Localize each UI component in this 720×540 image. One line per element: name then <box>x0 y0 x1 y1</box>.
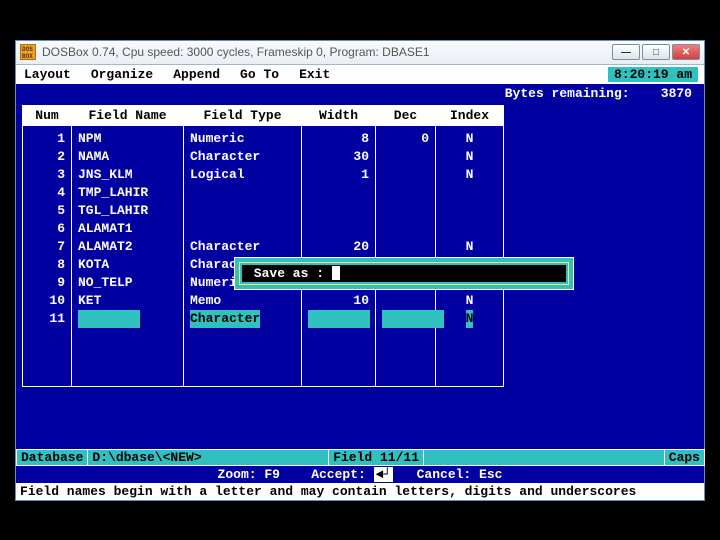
cell-name[interactable]: TGL_LAHIR <box>78 202 177 220</box>
status-filler <box>423 449 665 466</box>
cell-width[interactable]: 20 <box>308 238 369 256</box>
cell-type[interactable]: Character <box>190 148 295 166</box>
cell-num[interactable]: 4 <box>29 184 65 202</box>
cell-type[interactable] <box>190 184 295 202</box>
cell-name[interactable]: JNS_KLM <box>78 166 177 184</box>
cell-index[interactable]: N <box>442 292 497 310</box>
col-num-header: Num <box>23 106 71 126</box>
cell-type[interactable]: Character <box>190 310 295 328</box>
status-caps: Caps <box>664 449 705 466</box>
cell-dec[interactable] <box>382 202 429 220</box>
maximize-button[interactable]: □ <box>642 44 670 60</box>
save-as-dialog: Save as : <box>234 257 574 290</box>
cell-name[interactable]: NO_TELP <box>78 274 177 292</box>
hint-bar: Field names begin with a letter and may … <box>16 483 704 500</box>
bytes-remaining: Bytes remaining: 3870 <box>16 84 704 105</box>
status-database-label: Database <box>16 449 88 466</box>
structure-table: Num 1234567891011 Field Name NPMNAMAJNS_… <box>22 105 698 387</box>
cell-dec[interactable] <box>382 310 429 328</box>
key-hints: Zoom: F9 Accept: ◄┘ Cancel: Esc <box>16 466 704 483</box>
status-bar: Database D:\dbase\<NEW> Field 11/11 Caps <box>16 449 704 466</box>
cell-dec[interactable] <box>382 148 429 166</box>
cell-width[interactable]: 8 <box>308 130 369 148</box>
menu-layout[interactable]: Layout <box>22 67 89 82</box>
cell-type[interactable]: Numeric <box>190 130 295 148</box>
cell-num[interactable]: 11 <box>29 310 65 328</box>
cell-type[interactable] <box>190 202 295 220</box>
cell-name[interactable] <box>78 310 177 328</box>
cell-type[interactable] <box>190 220 295 238</box>
cell-index[interactable]: N <box>442 130 497 148</box>
cell-name[interactable]: KET <box>78 292 177 310</box>
clock: 8:20:19 am <box>608 67 698 82</box>
cell-dec[interactable] <box>382 292 429 310</box>
cell-num[interactable]: 1 <box>29 130 65 148</box>
cell-width[interactable]: 10 <box>308 292 369 310</box>
menu-exit[interactable]: Exit <box>297 67 348 82</box>
window-title: DOSBox 0.74, Cpu speed: 3000 cycles, Fra… <box>42 45 610 59</box>
cell-width[interactable] <box>308 220 369 238</box>
minimize-button[interactable]: — <box>612 44 640 60</box>
save-as-label: Save as : <box>246 266 332 281</box>
cell-name[interactable]: ALAMAT2 <box>78 238 177 256</box>
cell-width[interactable]: 30 <box>308 148 369 166</box>
col-dec-header: Dec <box>376 106 435 126</box>
cell-dec[interactable] <box>382 238 429 256</box>
close-button[interactable]: ✕ <box>672 44 700 60</box>
cell-num[interactable]: 7 <box>29 238 65 256</box>
status-database-path: D:\dbase\<NEW> <box>87 449 329 466</box>
cell-width[interactable] <box>308 184 369 202</box>
cell-type[interactable]: Logical <box>190 166 295 184</box>
cell-num[interactable]: 9 <box>29 274 65 292</box>
cell-num[interactable]: 6 <box>29 220 65 238</box>
cell-index[interactable] <box>442 220 497 238</box>
cell-dec[interactable] <box>382 184 429 202</box>
cell-index[interactable]: N <box>442 148 497 166</box>
menu-bar: Layout Organize Append Go To Exit 8:20:1… <box>16 65 704 84</box>
cell-dec[interactable] <box>382 166 429 184</box>
cell-width[interactable] <box>308 310 369 328</box>
status-field-pos: Field 11/11 <box>328 449 424 466</box>
cell-num[interactable]: 5 <box>29 202 65 220</box>
window-titlebar: DOSBOX DOSBox 0.74, Cpu speed: 3000 cycl… <box>16 41 704 65</box>
menu-goto[interactable]: Go To <box>238 67 297 82</box>
save-as-input[interactable] <box>332 266 340 280</box>
enter-key-icon: ◄┘ <box>374 467 394 482</box>
col-type-header: Field Type <box>184 106 301 126</box>
cell-num[interactable]: 10 <box>29 292 65 310</box>
col-index-header: Index <box>436 106 503 126</box>
cell-name[interactable]: TMP_LAHIR <box>78 184 177 202</box>
cell-index[interactable]: N <box>442 310 497 328</box>
cell-width[interactable] <box>308 202 369 220</box>
cell-name[interactable]: NAMA <box>78 148 177 166</box>
cell-num[interactable]: 2 <box>29 148 65 166</box>
cell-dec[interactable] <box>382 220 429 238</box>
maximize-icon: □ <box>653 47 659 58</box>
cell-index[interactable] <box>442 202 497 220</box>
cell-dec[interactable]: 0 <box>382 130 429 148</box>
col-width-header: Width <box>302 106 375 126</box>
cell-name[interactable]: NPM <box>78 130 177 148</box>
cell-width[interactable]: 1 <box>308 166 369 184</box>
cell-name[interactable]: KOTA <box>78 256 177 274</box>
dosbox-icon: DOSBOX <box>20 44 36 60</box>
cell-name[interactable]: ALAMAT1 <box>78 220 177 238</box>
cell-num[interactable]: 3 <box>29 166 65 184</box>
cell-type[interactable]: Character <box>190 238 295 256</box>
cell-num[interactable]: 8 <box>29 256 65 274</box>
cell-index[interactable]: N <box>442 166 497 184</box>
cell-index[interactable]: N <box>442 238 497 256</box>
close-icon: ✕ <box>682 47 690 58</box>
cell-type[interactable]: Memo <box>190 292 295 310</box>
menu-append[interactable]: Append <box>171 67 238 82</box>
cell-index[interactable] <box>442 184 497 202</box>
menu-organize[interactable]: Organize <box>89 67 171 82</box>
col-name-header: Field Name <box>72 106 183 126</box>
minimize-icon: — <box>621 47 631 58</box>
